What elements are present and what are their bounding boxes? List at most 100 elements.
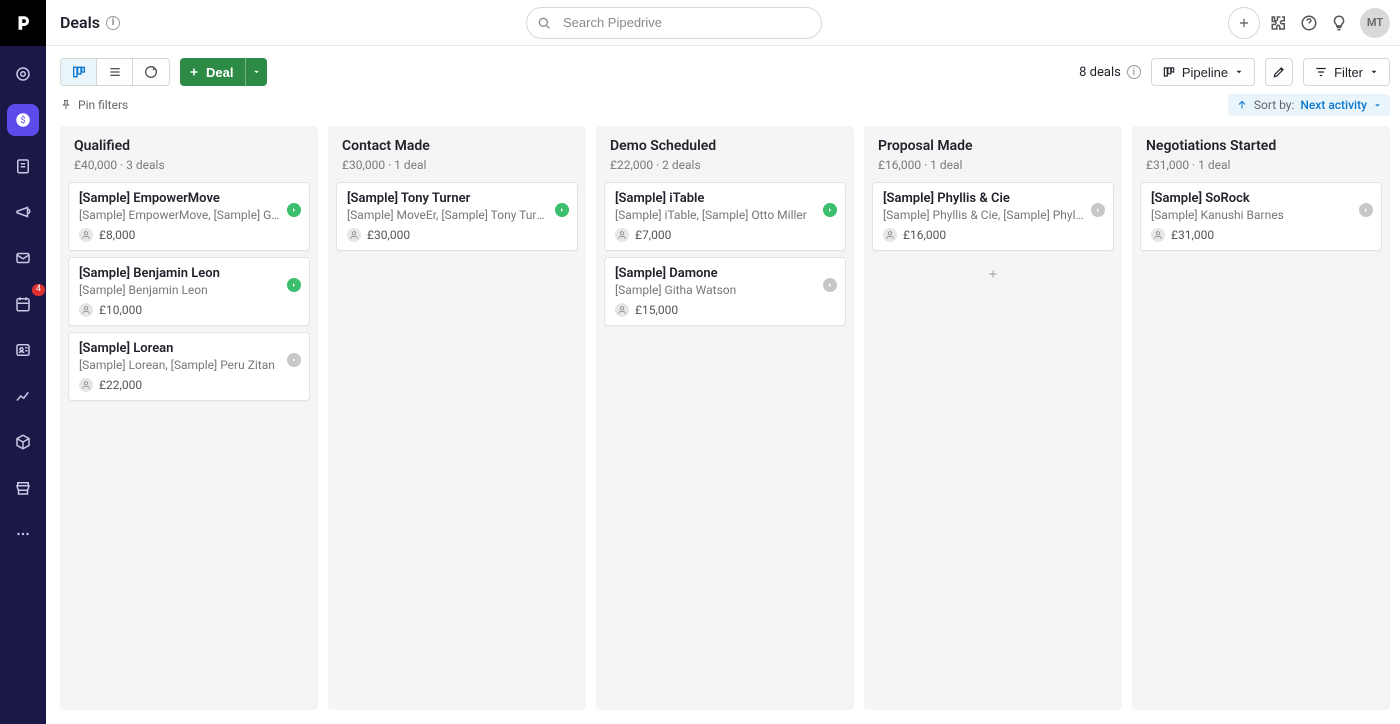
info-icon[interactable]: i [106, 16, 120, 30]
pipeline-column: Negotiations Started£31,000 · 1 deal[Sam… [1132, 126, 1390, 710]
sort-selector[interactable]: Sort by: Next activity [1228, 94, 1390, 116]
status-active-icon[interactable] [287, 203, 301, 217]
view-list[interactable] [97, 59, 133, 85]
pin-icon [60, 99, 72, 111]
puzzle-icon[interactable] [1270, 14, 1288, 32]
deal-title: [Sample] Phyllis & Cie [883, 191, 1103, 206]
deal-card[interactable]: [Sample] Lorean [Sample] Lorean, [Sample]… [68, 332, 310, 401]
deal-card[interactable]: [Sample] Tony Turner[Sample] MoveEr, [Sa… [336, 182, 578, 251]
deal-button-group: Deal [180, 58, 267, 86]
pipeline-selector[interactable]: Pipeline [1151, 58, 1255, 86]
status-idle-icon[interactable] [823, 278, 837, 292]
deal-footer: £15,000 [615, 303, 835, 317]
person-icon [615, 303, 629, 317]
deal-card[interactable]: [Sample] Damone[Sample] Githa Watson£15,… [604, 257, 846, 326]
deal-card[interactable]: [Sample] Phyllis & Cie [Sample] Phyllis &… [872, 182, 1114, 251]
status-idle-icon[interactable] [1359, 203, 1373, 217]
deal-card[interactable]: [Sample] SoRock[Sample] Kanushi Barnes£3… [1140, 182, 1382, 251]
sort-prefix: Sort by: [1254, 98, 1295, 112]
search-wrap [526, 7, 822, 39]
add-deal-slot[interactable] [870, 257, 1116, 291]
deal-title: [Sample] Lorean [79, 341, 299, 356]
view-forecast[interactable] [133, 59, 169, 85]
deal-title: [Sample] Tony Turner [347, 191, 567, 206]
edit-pipeline-button[interactable] [1265, 58, 1293, 86]
logo[interactable] [0, 0, 46, 46]
new-deal-caret[interactable] [245, 58, 267, 86]
status-active-icon[interactable] [287, 278, 301, 292]
avatar[interactable]: MT [1360, 8, 1390, 38]
column-meta: £31,000 · 1 deal [1138, 154, 1384, 182]
pin-filters[interactable]: Pin filters [60, 98, 128, 112]
deal-button-label: Deal [206, 65, 233, 80]
nav-mail[interactable] [7, 242, 39, 274]
svg-text:$: $ [20, 115, 25, 126]
column-meta: £22,000 · 2 deals [602, 154, 848, 182]
deal-title: [Sample] Benjamin Leon [79, 266, 299, 281]
person-icon [1151, 228, 1165, 242]
deal-amount: £16,000 [903, 228, 946, 242]
deal-footer: £16,000 [883, 228, 1103, 242]
help-icon[interactable] [1300, 14, 1318, 32]
subbar: Pin filters Sort by: Next activity [46, 86, 1400, 126]
deal-title: [Sample] iTable [615, 191, 835, 206]
person-icon [79, 303, 93, 317]
search-icon [536, 15, 552, 31]
deal-amount: £22,000 [99, 378, 142, 392]
column-title: Demo Scheduled [602, 138, 848, 154]
deal-subtitle: [Sample] Phyllis & Cie, [Sample] Phyllis… [883, 208, 1103, 222]
sidebar-nav: $ 4 [0, 0, 46, 724]
deal-subtitle: [Sample] Lorean, [Sample] Peru Zitan [79, 358, 299, 372]
deal-card[interactable]: [Sample] EmpowerMove[Sample] EmpowerMove… [68, 182, 310, 251]
deal-subtitle: [Sample] Benjamin Leon [79, 283, 299, 297]
status-active-icon[interactable] [555, 203, 569, 217]
status-idle-icon[interactable] [287, 353, 301, 367]
nav-marketplace[interactable] [7, 472, 39, 504]
deal-footer: £8,000 [79, 228, 299, 242]
person-icon [79, 378, 93, 392]
deal-footer: £7,000 [615, 228, 835, 242]
chevron-down-icon [1373, 101, 1382, 110]
pipeline-column: Proposal Made£16,000 · 1 deal[Sample] Ph… [864, 126, 1122, 710]
deal-count-info-icon[interactable]: i [1127, 65, 1141, 79]
toolbar: Deal 8 deals i Pipeline [46, 46, 1400, 86]
nav-products[interactable] [7, 426, 39, 458]
status-active-icon[interactable] [823, 203, 837, 217]
pipeline-board: Qualified£40,000 · 3 deals[Sample] Empow… [46, 126, 1400, 724]
column-title: Contact Made [334, 138, 580, 154]
nav-contacts[interactable] [7, 334, 39, 366]
search-input[interactable] [526, 7, 822, 39]
person-icon [79, 228, 93, 242]
column-meta: £16,000 · 1 deal [870, 154, 1116, 182]
column-title: Qualified [66, 138, 312, 154]
pipeline-column: Demo Scheduled£22,000 · 2 deals[Sample] … [596, 126, 854, 710]
status-idle-icon[interactable] [1091, 203, 1105, 217]
nav-insights[interactable] [7, 380, 39, 412]
deal-card[interactable]: [Sample] Benjamin Leon [Sample] Benjamin … [68, 257, 310, 326]
deal-title: [Sample] EmpowerMove [79, 191, 299, 206]
sort-arrow-icon [1236, 99, 1248, 111]
filter-button[interactable]: Filter [1303, 58, 1390, 86]
pipeline-column: Contact Made£30,000 · 1 deal[Sample] Ton… [328, 126, 586, 710]
nav-leads[interactable] [7, 58, 39, 90]
view-kanban[interactable] [61, 59, 97, 85]
deal-title: [Sample] Damone [615, 266, 835, 281]
topbar: Deals i [46, 0, 1400, 46]
nav-more[interactable] [7, 518, 39, 550]
badge-count: 4 [32, 284, 45, 296]
deal-subtitle: [Sample] iTable, [Sample] Otto Miller [615, 208, 835, 222]
column-meta: £30,000 · 1 deal [334, 154, 580, 182]
deal-subtitle: [Sample] Kanushi Barnes [1151, 208, 1371, 222]
deal-card[interactable]: [Sample] iTable [Sample] iTable, [Sample]… [604, 182, 846, 251]
bulb-icon[interactable] [1330, 14, 1348, 32]
filter-label: Filter [1334, 65, 1363, 80]
column-title: Proposal Made [870, 138, 1116, 154]
nav-activities[interactable]: 4 [7, 288, 39, 320]
nav-deals[interactable]: $ [7, 104, 39, 136]
nav-campaigns[interactable] [7, 196, 39, 228]
add-button[interactable] [1228, 7, 1260, 39]
new-deal-button[interactable]: Deal [180, 58, 245, 86]
page-title: Deals i [60, 13, 120, 32]
nav-projects[interactable] [7, 150, 39, 182]
person-icon [347, 228, 361, 242]
